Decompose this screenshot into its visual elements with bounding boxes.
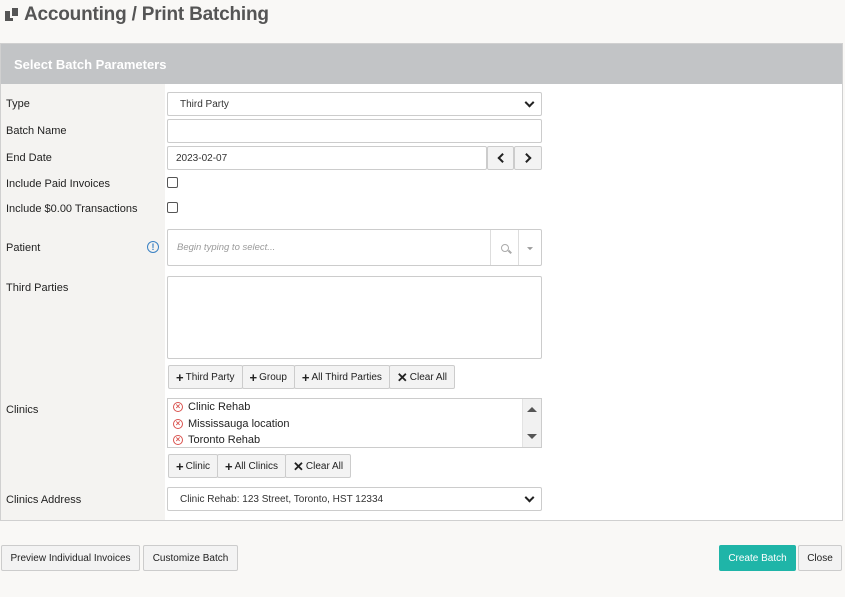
include-paid-label: Include Paid Invoices (6, 178, 110, 190)
clinic-name: Clinic Rehab (188, 401, 251, 414)
list-item[interactable]: × Toronto Rehab (168, 432, 541, 447)
clear-third-parties-label: Clear All (409, 371, 448, 383)
include-paid-checkbox[interactable] (167, 177, 178, 188)
caret-down-icon[interactable] (518, 230, 541, 265)
batch-parameters-panel: Select Batch Parameters Type Third Party… (0, 43, 843, 521)
type-label: Type (6, 98, 30, 110)
batch-name-label: Batch Name (6, 125, 67, 137)
clinics-label: Clinics (6, 404, 39, 416)
third-parties-button-group: + Third Party + Group + All Third Parties ✕… (168, 365, 456, 389)
include-zero-checkbox[interactable] (167, 202, 178, 213)
page-title: Accounting / Print Batching (24, 4, 269, 25)
patient-label: Patient (6, 242, 41, 254)
plus-icon: + (301, 369, 310, 385)
chevron-down-icon (524, 492, 535, 503)
clear-third-parties-button[interactable]: ✕ Clear All (388, 365, 456, 389)
close-icon: ✕ (396, 369, 408, 385)
panel-heading: Select Batch Parameters (1, 44, 842, 84)
page-header: Accounting / Print Batching (0, 0, 845, 30)
clear-clinics-label: Clear All (305, 460, 344, 472)
add-all-clinics-button[interactable]: + All Clinics (217, 454, 286, 478)
add-group-label: Group (259, 371, 287, 383)
create-batch-button[interactable]: Create Batch (719, 545, 796, 571)
add-all-clinics-label: All Clinics (234, 460, 278, 472)
clinic-name: Mississauga location (188, 417, 290, 430)
clinics-address-value: Clinic Rehab: 123 Street, Toronto, HST 1… (180, 493, 384, 505)
type-select[interactable]: Third Party (167, 92, 542, 116)
end-date-label: End Date (6, 152, 52, 164)
clinics-button-group: + Clinic + All Clinics ✕ Clear All (168, 454, 352, 478)
clinic-name: Toronto Rehab (188, 434, 261, 447)
preview-invoices-button[interactable]: Preview Individual Invoices (1, 545, 140, 571)
copy-docs-icon (5, 8, 19, 22)
scroll-down-icon[interactable] (527, 434, 537, 439)
add-clinic-button[interactable]: + Clinic (168, 454, 219, 478)
label-column (1, 84, 165, 520)
type-select-value: Third Party (180, 98, 229, 110)
add-third-party-label: Third Party (185, 371, 235, 383)
batch-name-input[interactable] (167, 119, 542, 143)
chevron-down-icon (524, 97, 535, 108)
patient-combobox[interactable]: Begin typing to select... (167, 229, 542, 266)
plus-icon: + (176, 458, 184, 474)
add-group-button[interactable]: + Group (241, 365, 295, 389)
plus-icon: + (249, 369, 258, 385)
remove-icon[interactable]: × (173, 418, 183, 429)
end-date-input[interactable]: 2023-02-07 (167, 146, 487, 170)
clinics-list[interactable]: × Clinic Rehab × Mississauga location × Tor… (167, 398, 542, 448)
add-all-third-parties-button[interactable]: + All Third Parties (293, 365, 390, 389)
include-zero-label: Include $0.00 Transactions (6, 203, 138, 215)
previous-date-button[interactable] (487, 146, 514, 170)
clinics-address-label: Clinics Address (6, 494, 82, 506)
scroll-up-icon[interactable] (527, 407, 537, 412)
clinics-address-select[interactable]: Clinic Rehab: 123 Street, Toronto, HST 1… (167, 487, 542, 511)
add-all-third-parties-label: All Third Parties (311, 371, 382, 383)
list-item[interactable]: × Clinic Rehab (168, 399, 541, 416)
clear-clinics-button[interactable]: ✕ Clear All (284, 454, 352, 478)
next-date-button[interactable] (514, 146, 542, 170)
search-icon[interactable] (490, 230, 518, 265)
info-icon[interactable]: ! (147, 241, 159, 253)
list-item[interactable]: × Mississauga location (168, 416, 541, 433)
third-parties-list[interactable] (167, 276, 542, 359)
panel-body: Type Third Party Batch Name End Date 202… (1, 84, 842, 520)
remove-icon[interactable]: × (173, 435, 183, 446)
plus-icon: + (225, 458, 233, 474)
add-clinic-label: Clinic (185, 460, 211, 472)
customize-batch-button[interactable]: Customize Batch (143, 545, 238, 571)
close-icon: ✕ (292, 458, 304, 474)
plus-icon: + (176, 369, 184, 385)
add-third-party-button[interactable]: + Third Party (168, 365, 243, 389)
patient-placeholder: Begin typing to select... (177, 242, 276, 253)
end-date-value: 2023-02-07 (176, 152, 228, 164)
third-parties-label: Third Parties (6, 282, 69, 294)
scrollbar[interactable] (522, 399, 541, 447)
remove-icon[interactable]: × (173, 402, 183, 413)
close-button[interactable]: Close (798, 545, 842, 571)
